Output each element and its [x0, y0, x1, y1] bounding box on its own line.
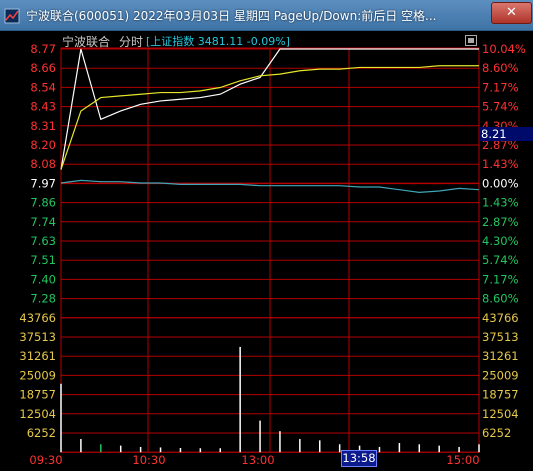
volume-right-tick-label: 25009	[482, 368, 519, 382]
time-tick-label: 15:00	[446, 453, 479, 467]
selected-time-label: 13:58	[341, 450, 377, 467]
volume-right-tick-label: 6252	[482, 426, 511, 440]
price-tick-label: 8.66	[30, 61, 56, 75]
pct-tick-label: 4.30%	[482, 234, 519, 248]
price-tick-label: 7.86	[30, 196, 56, 210]
app-icon	[4, 8, 20, 24]
volume-right-tick-label: 43766	[482, 311, 519, 325]
intraday-chart[interactable]: 8.77 8.66 8.54 8.43 8.31 8.20 8.08 7.97 7.86 7.74…	[0, 30, 533, 471]
volume-tick-label: 25009	[19, 368, 56, 382]
pct-tick-label: 1.43%	[482, 196, 519, 210]
chart-mode-label: 分时	[119, 35, 144, 49]
price-tick-label: 7.51	[30, 253, 56, 267]
price-tick-label: 7.40	[30, 272, 56, 286]
pct-tick-label: 8.60%	[482, 61, 519, 75]
pct-tick-label: 2.87%	[482, 215, 519, 229]
price-tick-label: 8.20	[30, 138, 56, 152]
index-info: [上证指数 3481.11 -0.09%]	[146, 35, 290, 48]
window-title: 宁波联合(600051) 2022年03月03日 星期四 PageUp/Down…	[26, 9, 437, 23]
close-button[interactable]: ✕	[491, 2, 532, 24]
pct-tick-label: 10.04%	[482, 42, 526, 56]
volume-tick-label: 18757	[19, 388, 56, 402]
pct-tick-label: 7.17%	[482, 272, 519, 286]
price-tick-label: 7.63	[30, 234, 56, 248]
volume-tick-label: 43766	[19, 311, 56, 325]
price-tick-label: 7.28	[30, 292, 56, 306]
pct-tick-label: 0.00%	[482, 176, 519, 190]
volume-right-tick-label: 31261	[482, 349, 519, 363]
price-tick-label: 8.08	[30, 157, 56, 171]
time-tick-label: 13:00	[241, 453, 274, 467]
volume-tick-label: 12504	[19, 407, 56, 421]
price-tick-label: 7.97	[30, 176, 56, 190]
price-tick-label: 7.74	[30, 215, 56, 229]
price-tick-label: 8.43	[30, 100, 56, 114]
price-tick-label: 8.77	[30, 42, 56, 56]
current-price-tag: 8.21	[480, 127, 533, 141]
app-window: 宁波联合(600051) 2022年03月03日 星期四 PageUp/Down…	[0, 0, 533, 471]
volume-tick-label: 37513	[19, 330, 56, 344]
stock-name: 宁波联合	[62, 35, 111, 49]
time-tick-label: 09:30	[29, 453, 62, 467]
pct-tick-label: 5.74%	[482, 253, 519, 267]
volume-right-tick-label: 37513	[482, 330, 519, 344]
time-tick-label: 10:30	[132, 453, 165, 467]
price-tick-label: 8.54	[30, 80, 56, 94]
title-bar[interactable]: 宁波联合(600051) 2022年03月03日 星期四 PageUp/Down…	[0, 0, 533, 31]
volume-tick-label: 31261	[19, 349, 56, 363]
layout-toggle-icon[interactable]	[465, 35, 477, 46]
pct-tick-label: 7.17%	[482, 80, 519, 94]
price-tick-label: 8.31	[30, 119, 56, 133]
volume-right-tick-label: 12504	[482, 407, 519, 421]
pct-tick-label: 5.74%	[482, 100, 519, 114]
pct-tick-label: 8.60%	[482, 292, 519, 306]
volume-tick-label: 6252	[27, 426, 56, 440]
chart-canvas: 8.77 8.66 8.54 8.43 8.31 8.20 8.08 7.97 7.86 7.74…	[19, 42, 526, 467]
pct-tick-label: 1.43%	[482, 157, 519, 171]
volume-right-tick-label: 18757	[482, 388, 519, 402]
